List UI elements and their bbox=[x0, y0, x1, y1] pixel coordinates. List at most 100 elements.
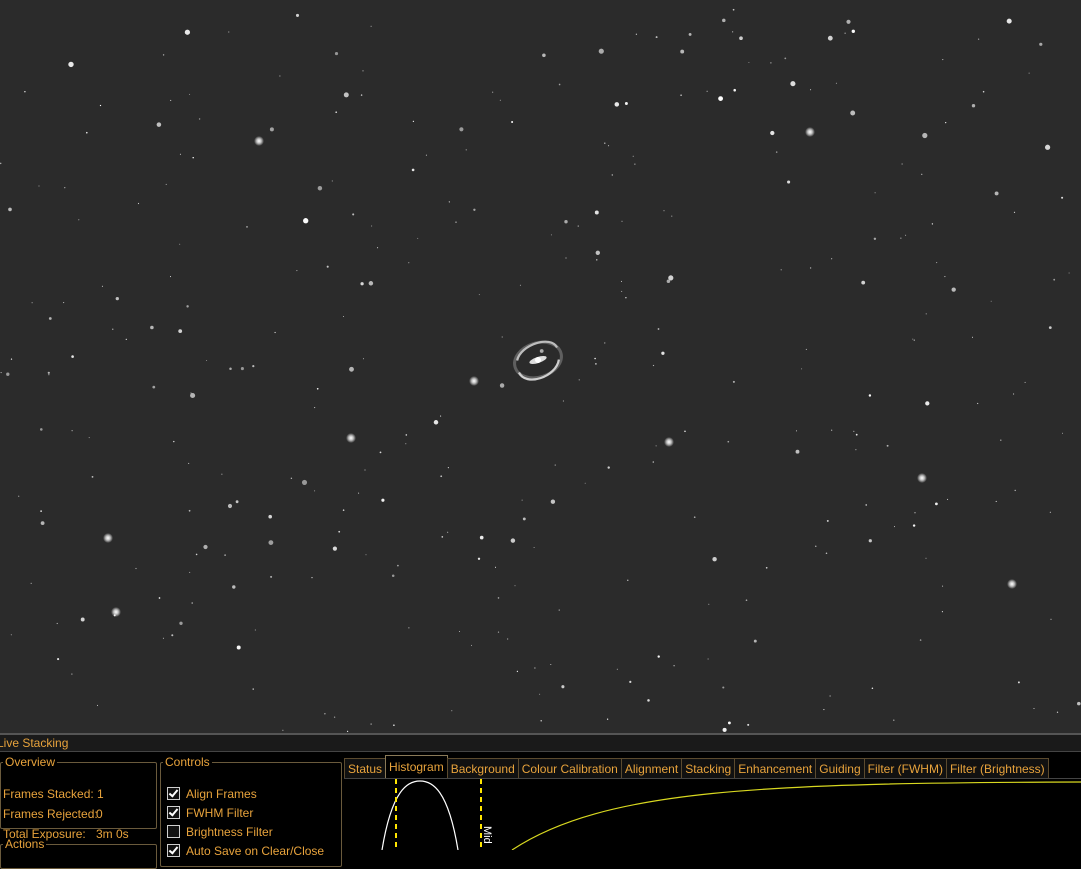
bright-star bbox=[917, 473, 927, 483]
tab-enhancement[interactable]: Enhancement bbox=[734, 758, 817, 779]
star bbox=[913, 339, 915, 341]
star bbox=[780, 269, 782, 271]
tab-guiding[interactable]: Guiding bbox=[815, 758, 865, 779]
tab-alignment[interactable]: Alignment bbox=[620, 758, 683, 779]
star bbox=[919, 639, 922, 641]
star bbox=[565, 257, 567, 259]
star bbox=[338, 530, 341, 533]
star bbox=[901, 163, 903, 165]
star bbox=[135, 567, 137, 570]
star bbox=[680, 94, 682, 97]
star bbox=[621, 290, 623, 292]
star bbox=[511, 121, 514, 123]
star bbox=[370, 723, 372, 725]
star bbox=[232, 585, 236, 589]
star bbox=[370, 25, 372, 27]
star bbox=[925, 557, 927, 559]
star bbox=[125, 338, 127, 341]
star bbox=[850, 110, 856, 116]
star bbox=[561, 685, 565, 689]
star bbox=[634, 163, 636, 165]
star bbox=[1024, 381, 1026, 383]
star bbox=[534, 667, 536, 669]
star bbox=[324, 713, 326, 715]
tab-background[interactable]: Background bbox=[446, 758, 519, 779]
auto-save-checkbox[interactable]: Auto Save on Clear/Close bbox=[167, 843, 324, 859]
bright-star bbox=[111, 607, 121, 617]
star bbox=[810, 89, 812, 91]
histogram-curve bbox=[381, 780, 459, 851]
star bbox=[608, 145, 610, 147]
star bbox=[393, 724, 395, 726]
fwhm-filter-check-icon[interactable] bbox=[167, 806, 180, 819]
auto-save-check-icon[interactable] bbox=[167, 844, 180, 857]
star bbox=[666, 279, 671, 284]
star bbox=[86, 131, 88, 134]
star bbox=[343, 316, 344, 317]
star bbox=[722, 727, 727, 732]
brightness-filter-check-icon[interactable] bbox=[167, 825, 180, 838]
align-frames-check-icon[interactable] bbox=[167, 787, 180, 800]
star bbox=[235, 500, 239, 504]
star bbox=[982, 90, 985, 93]
star bbox=[188, 509, 191, 512]
star bbox=[192, 156, 194, 159]
star bbox=[1068, 272, 1070, 274]
star bbox=[371, 225, 373, 227]
star bbox=[942, 59, 944, 61]
star bbox=[562, 400, 564, 402]
star bbox=[977, 38, 980, 40]
align-frames-checkbox[interactable]: Align Frames bbox=[167, 786, 257, 802]
auto-save-label: Auto Save on Clear/Close bbox=[186, 844, 325, 858]
star bbox=[360, 282, 364, 286]
brightness-filter-checkbox[interactable]: Brightness Filter bbox=[167, 824, 273, 840]
star bbox=[787, 180, 791, 184]
star bbox=[408, 262, 410, 264]
star bbox=[688, 32, 692, 36]
star bbox=[31, 302, 33, 304]
star bbox=[301, 479, 308, 485]
star bbox=[156, 122, 162, 127]
tab-histogram[interactable]: Histogram bbox=[385, 755, 448, 779]
star bbox=[246, 226, 248, 228]
star bbox=[417, 237, 419, 239]
star bbox=[815, 545, 817, 547]
star bbox=[652, 461, 655, 463]
star bbox=[594, 210, 599, 215]
star bbox=[10, 634, 12, 636]
star bbox=[451, 710, 453, 712]
tab-colour-calibration[interactable]: Colour Calibration bbox=[517, 758, 622, 779]
star bbox=[855, 433, 858, 436]
brightness-filter-label: Brightness Filter bbox=[186, 825, 273, 839]
star bbox=[971, 104, 976, 108]
star bbox=[912, 524, 916, 527]
frames-stacked-value: 1 bbox=[97, 787, 104, 801]
star bbox=[865, 504, 867, 506]
star bbox=[831, 429, 833, 431]
tab-status[interactable]: Status bbox=[344, 758, 387, 779]
star bbox=[179, 243, 181, 245]
star bbox=[171, 634, 174, 637]
tab-filter-brightness[interactable]: Filter (Brightness) bbox=[945, 758, 1049, 779]
star bbox=[1013, 393, 1015, 395]
star bbox=[252, 365, 255, 368]
star bbox=[290, 477, 293, 479]
star bbox=[333, 716, 336, 718]
star bbox=[314, 490, 316, 492]
fwhm-filter-checkbox[interactable]: FWHM Filter bbox=[167, 805, 253, 821]
star bbox=[1014, 489, 1016, 492]
star-field bbox=[0, 8, 1081, 733]
actions-group: Actions bbox=[0, 837, 157, 869]
histogram-area[interactable]: Mid bbox=[344, 778, 1081, 851]
star bbox=[598, 48, 604, 54]
tab-stacking[interactable]: Stacking bbox=[681, 758, 736, 779]
star bbox=[871, 687, 874, 690]
star bbox=[945, 122, 947, 124]
star bbox=[499, 383, 505, 388]
star bbox=[722, 18, 726, 23]
star bbox=[0, 162, 2, 165]
star bbox=[162, 54, 165, 56]
stacked-image-view[interactable] bbox=[0, 0, 1081, 733]
tab-filter-fwhm[interactable]: Filter (FWHM) bbox=[863, 758, 947, 779]
star bbox=[1061, 196, 1064, 199]
